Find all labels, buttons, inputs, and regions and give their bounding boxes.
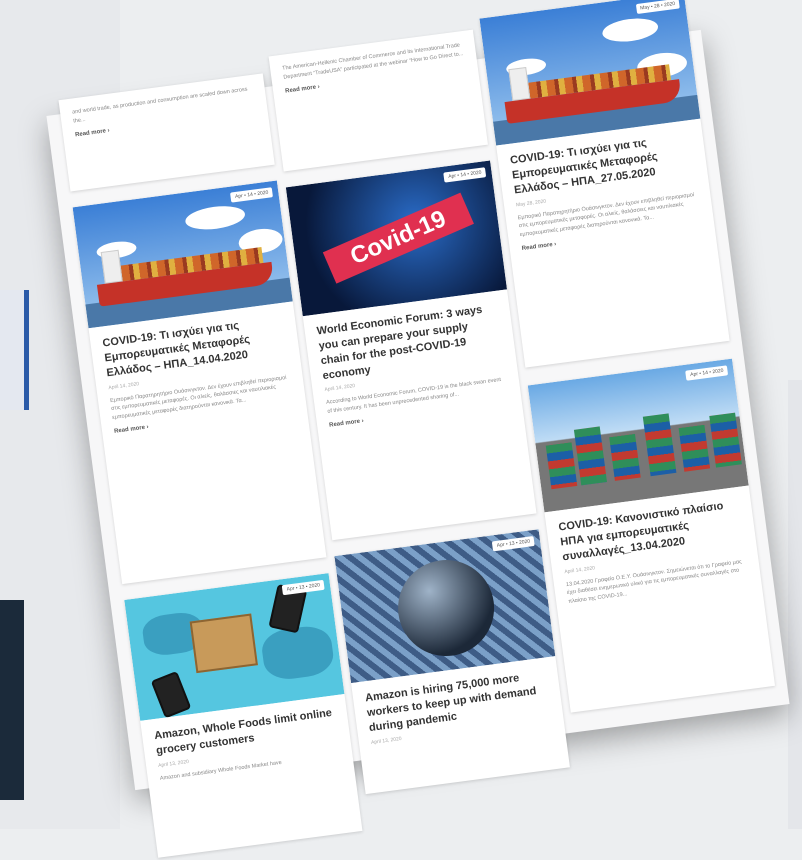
column-3: May • 28 • 2020 COVID-19: Τι ισχύει για …: [479, 0, 776, 713]
blog-grid-sheet: and world trade, as production and consu…: [46, 0, 790, 858]
background-right-page: [788, 380, 802, 829]
post-card-6[interactable]: May • 28 • 2020 COVID-19: Τι ισχύει για …: [479, 0, 730, 368]
background-card-edge: [0, 290, 29, 410]
post-card-4[interactable]: Covid-19 Apr • 14 • 2020 World Economic …: [285, 160, 537, 541]
post-card-5[interactable]: Apr • 13 • 2020 Amazon is hiring 75,000 …: [334, 529, 570, 795]
covid-world-image[interactable]: Covid-19 Apr • 14 • 2020: [285, 160, 508, 317]
parcel-icon: [189, 613, 258, 674]
globe-faces-image[interactable]: Apr • 13 • 2020: [334, 529, 556, 684]
column-2: The American-Hellenic Chamber of Commerc…: [268, 29, 570, 795]
shipping-containers-image[interactable]: Apr • 14 • 2020: [527, 358, 749, 513]
post-card-1[interactable]: Apr • 14 • 2020 COVID-19: Τι ισχύει για …: [72, 180, 327, 585]
post-card-3[interactable]: The American-Hellenic Chamber of Commerc…: [268, 29, 488, 172]
post-card-7[interactable]: Apr • 14 • 2020 COVID-19: Κανονιστικό πλ…: [527, 358, 776, 713]
post-card-2[interactable]: Apr • 13 • 2020 Amazon, Whole Foods limi…: [124, 573, 363, 858]
background-card-edge-dark: [0, 600, 24, 800]
